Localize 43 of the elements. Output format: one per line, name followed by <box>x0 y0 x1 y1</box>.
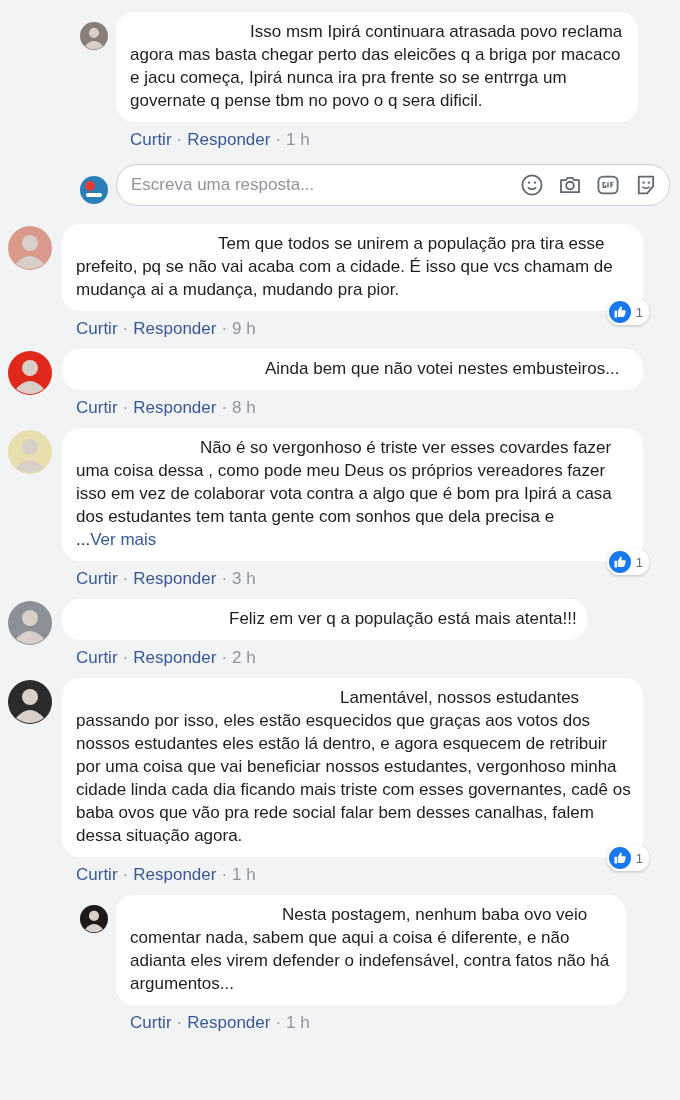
reply-link[interactable]: Responder <box>133 865 217 885</box>
comment-text: Isso msm Ipirá continuara atrasada povo reclama agora mas basta chegar perto das eleicões q a briga por macaco e jacu começa, Ipirá nunca ira pra frente so se entrrga um governate q pense tbm no povo o q sera dificil. <box>116 12 638 122</box>
reply-link[interactable]: Responder <box>133 319 217 339</box>
separator-dot: · <box>275 130 282 150</box>
separator-dot: · <box>275 1013 282 1033</box>
separator-dot: · <box>221 648 228 668</box>
separator-dot: · <box>122 569 129 589</box>
gif-icon[interactable] <box>596 173 620 197</box>
comment-text: Ainda bem que não votei nestes embusteiros... <box>62 349 643 390</box>
like-link[interactable]: Curtir <box>76 569 118 589</box>
timestamp: 3 h <box>232 569 256 589</box>
timestamp: 2 h <box>232 648 256 668</box>
timestamp: 1 h <box>232 865 256 885</box>
separator-dot: · <box>176 130 183 150</box>
reply-link[interactable]: Responder <box>187 130 271 150</box>
see-more-link[interactable]: Ver mais <box>90 530 157 549</box>
like-link[interactable]: Curtir <box>76 319 118 339</box>
comment-text: Nesta postagem, nenhum baba ovo veio comentar nada, sabem que aqui a coisa é diferente, e não adianta eles virem defender o indefensável, contra fatos não há argumentos... <box>116 895 626 1005</box>
timestamp: 1 h <box>286 130 310 150</box>
like-link[interactable]: Curtir <box>76 398 118 418</box>
reply-link[interactable]: Responder <box>133 648 217 668</box>
like-link[interactable]: Curtir <box>76 865 118 885</box>
reply-link[interactable]: Responder <box>133 398 217 418</box>
separator-dot: · <box>221 319 228 339</box>
separator-dot: · <box>221 398 228 418</box>
separator-dot: · <box>122 398 129 418</box>
reply-field[interactable]: Escreva uma resposta... <box>116 164 670 206</box>
separator-dot: · <box>122 648 129 668</box>
comment-text: Feliz em ver q a população está mais atenta!!! <box>62 599 587 640</box>
like-link[interactable]: Curtir <box>130 130 172 150</box>
separator-dot: · <box>176 1013 183 1033</box>
reply-link[interactable]: Responder <box>187 1013 271 1033</box>
smiley-icon[interactable] <box>520 173 544 197</box>
separator-dot: · <box>122 865 129 885</box>
separator-dot: · <box>221 569 228 589</box>
like-link[interactable]: Curtir <box>76 648 118 668</box>
separator-dot: · <box>221 865 228 885</box>
reply-link[interactable]: Responder <box>133 569 217 589</box>
timestamp: 9 h <box>232 319 256 339</box>
timestamp: 8 h <box>232 398 256 418</box>
timestamp: 1 h <box>286 1013 310 1033</box>
like-link[interactable]: Curtir <box>130 1013 172 1033</box>
separator-dot: · <box>122 319 129 339</box>
